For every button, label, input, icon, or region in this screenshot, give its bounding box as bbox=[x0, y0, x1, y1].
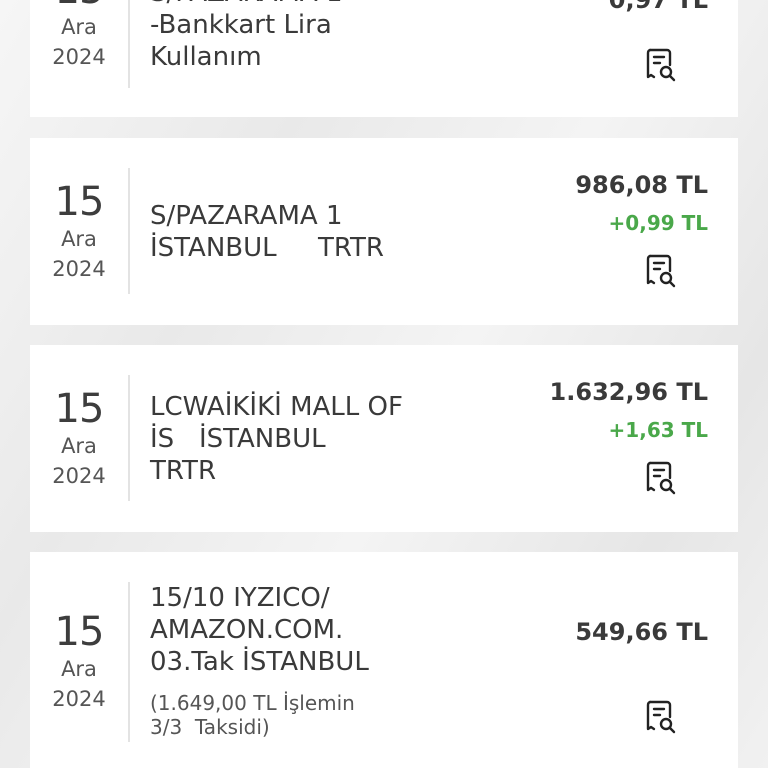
receipt-search-icon[interactable] bbox=[646, 700, 676, 734]
date-month: Ara bbox=[61, 15, 97, 39]
transaction-description: 15/10 IYZICO/ AMAZON.COM. 03.Tak İSTANBU… bbox=[150, 583, 369, 677]
date-day: 15 bbox=[30, 0, 128, 12]
transaction-card[interactable]: 15 Ara 2024 S/PAZARAMA 1 İSTANBUL TRTR 9… bbox=[30, 138, 738, 325]
divider bbox=[128, 375, 130, 501]
transaction-amount: 549,66 TL bbox=[575, 618, 708, 646]
transaction-amount: 1.632,96 TL bbox=[549, 378, 708, 406]
transaction-date: 15 Ara 2024 bbox=[30, 610, 128, 714]
date-year: 2024 bbox=[52, 45, 106, 69]
cashback-amount: +1,63 TL bbox=[608, 418, 708, 442]
receipt-search-icon[interactable] bbox=[646, 461, 676, 495]
date-day: 15 bbox=[54, 609, 105, 655]
transaction-date: 15 Ara 2024 bbox=[30, 180, 128, 284]
transaction-card[interactable]: 15 Ara 2024 S/PAZARAMA 1 -Bankkart Lira … bbox=[30, 0, 738, 117]
date-day: 15 bbox=[54, 386, 105, 432]
date-year: 2024 bbox=[52, 257, 106, 281]
divider bbox=[128, 168, 130, 294]
receipt-search-icon[interactable] bbox=[646, 48, 676, 82]
transaction-description: S/PAZARAMA 1 -Bankkart Lira Kullanım bbox=[150, 0, 343, 72]
transaction-date: 15 Ara 2024 bbox=[30, 387, 128, 491]
transaction-date: 15 Ara 2024 bbox=[30, 0, 128, 72]
transaction-description: LCWAİKİKİ MALL OF İS İSTANBUL TRTR bbox=[150, 392, 403, 486]
transaction-card[interactable]: 15 Ara 2024 15/10 IYZICO/ AMAZON.COM. 03… bbox=[30, 552, 738, 768]
divider bbox=[128, 0, 130, 88]
date-day: 15 bbox=[54, 179, 105, 225]
transaction-description: S/PAZARAMA 1 İSTANBUL TRTR bbox=[150, 201, 384, 263]
cashback-amount: +0,99 TL bbox=[608, 211, 708, 235]
date-year: 2024 bbox=[52, 687, 106, 711]
transaction-amount: 0,97 TL bbox=[608, 0, 708, 14]
date-month: Ara bbox=[61, 227, 97, 251]
receipt-search-icon[interactable] bbox=[646, 254, 676, 288]
installment-note: (1.649,00 TL İşlemin 3/3 Taksidi) bbox=[150, 691, 355, 739]
transaction-card[interactable]: 15 Ara 2024 LCWAİKİKİ MALL OF İS İSTANBU… bbox=[30, 345, 738, 532]
date-month: Ara bbox=[61, 657, 97, 681]
divider bbox=[128, 582, 130, 742]
date-month: Ara bbox=[61, 434, 97, 458]
date-year: 2024 bbox=[52, 464, 106, 488]
transaction-amount: 986,08 TL bbox=[575, 171, 708, 199]
